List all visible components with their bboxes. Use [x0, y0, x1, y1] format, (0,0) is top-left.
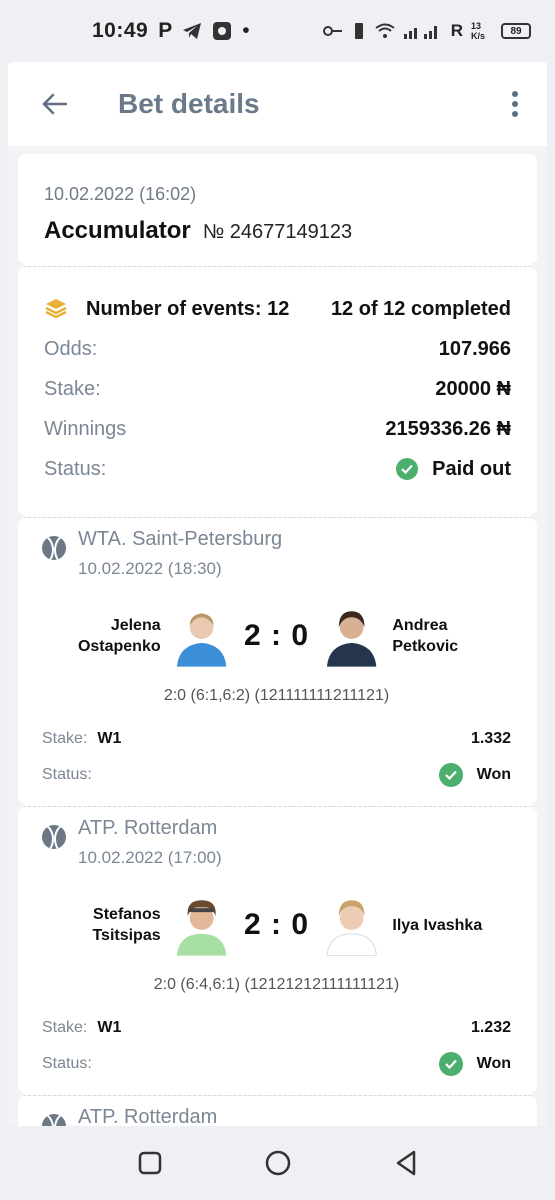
away-team: Ilya Ivashka — [392, 916, 483, 934]
back-nav-button[interactable] — [390, 1147, 422, 1179]
check-circle-icon — [438, 763, 463, 787]
events-count: Number of events: 12 — [86, 297, 290, 320]
pick-value: W1 — [97, 1019, 122, 1036]
event-card[interactable]: ATP. Rotterdam 10.02.2022 (17:00) Stefan… — [18, 807, 537, 1095]
events-row: Number of events: 12 12 of 12 completed — [44, 289, 511, 329]
winnings-value: 2159336.26 ₦ — [385, 417, 511, 440]
net-speed: 13 K/s — [471, 21, 486, 41]
vibrate-icon — [354, 23, 363, 39]
home-team: Jelena Ostapenko — [77, 617, 161, 655]
p-icon: P — [158, 19, 173, 42]
back-button[interactable] — [34, 84, 74, 124]
status-badge: Won — [476, 1055, 511, 1072]
player-avatar — [176, 900, 226, 956]
match-row: Stefanos Tsitsipas 2 : 0 Ilya Ivashka — [42, 894, 511, 956]
odds-value: 107.966 — [438, 337, 511, 360]
odds-row: Odds: 107.966 — [44, 329, 511, 369]
bet-date: 10.02.2022 (16:02) — [44, 184, 197, 204]
circle-nav-icon — [265, 1150, 290, 1176]
match-detail: 2:0 (6:4,6:1) (12121212111111121) — [153, 976, 400, 993]
dot-icon: • — [242, 19, 250, 42]
bet-number: № 24677149123 — [202, 221, 353, 243]
tennis-ball-icon — [42, 825, 66, 849]
event-stake-row: Stake: W1 1.232 — [42, 1010, 511, 1046]
status-label: Status: — [44, 457, 107, 480]
home-team: Stefanos Tsitsipas — [92, 906, 161, 944]
stake-value: 20000 ₦ — [435, 377, 511, 400]
match-row: Jelena Ostapenko 2 : 0 Andrea Petkovic — [42, 605, 511, 667]
more-vert-icon — [512, 91, 518, 117]
event-status-row: Status: Won — [42, 1046, 511, 1082]
status-label: Status: — [42, 766, 92, 783]
tennis-ball-icon — [42, 536, 66, 560]
key-icon — [322, 26, 342, 36]
page-title: Bet details — [118, 88, 260, 119]
pick-odds: 1.332 — [470, 730, 511, 747]
wifi-icon — [375, 23, 395, 38]
odds-label: Odds: — [44, 337, 98, 360]
triangle-back-nav-icon — [396, 1150, 415, 1176]
back-arrow-icon — [42, 93, 67, 115]
more-options-button[interactable] — [503, 84, 527, 124]
away-team: Andrea Petkovic — [392, 617, 459, 655]
stake-row: Stake: 20000 ₦ — [44, 369, 511, 409]
check-circle-icon — [438, 1052, 463, 1076]
signal-icon — [403, 26, 437, 39]
event-stake-row: Stake: W1 1.332 — [42, 721, 511, 757]
event-league: ATP. Rotterdam — [78, 1106, 218, 1126]
status-badge: Won — [476, 766, 511, 783]
square-nav-icon — [138, 1151, 161, 1175]
coins-stack-icon — [45, 299, 67, 319]
app-bar: Bet details — [8, 62, 547, 146]
pick-value: W1 — [97, 730, 122, 747]
status-time: 10:49 — [92, 19, 149, 42]
bet-summary-card: Number of events: 12 12 of 12 completed … — [18, 267, 537, 517]
roaming-indicator: R — [450, 21, 463, 40]
status-row: Status: Paid out — [44, 449, 511, 489]
battery-icon: 89 — [501, 23, 531, 39]
status-bar: 10:49 P • R 13 K/s 89 — [0, 0, 555, 62]
recent-apps-button[interactable] — [134, 1147, 166, 1179]
player-avatar — [327, 611, 377, 667]
status-badge: Paid out — [432, 457, 511, 480]
status-label: Status: — [42, 1055, 92, 1072]
bet-details-content[interactable]: 10.02.2022 (16:02) Accumulator № 2467714… — [8, 146, 547, 1126]
winnings-row: Winnings 2159336.26 ₦ — [44, 409, 511, 449]
match-score: 2 : 0 — [243, 908, 310, 941]
stake-label: Stake: — [44, 377, 101, 400]
event-date: 10.02.2022 (18:30) — [78, 559, 222, 578]
telegram-icon — [183, 23, 202, 39]
event-status-row: Status: Won — [42, 757, 511, 793]
bet-header-card: 10.02.2022 (16:02) Accumulator № 2467714… — [18, 154, 537, 266]
match-detail: 2:0 (6:1,6:2) (121111111211121) — [163, 687, 390, 704]
stake-label: Stake: — [42, 1019, 88, 1036]
event-card[interactable]: WTA. Saint-Petersburg 10.02.2022 (18:30)… — [18, 518, 537, 806]
bet-type: Accumulator — [44, 217, 191, 244]
events-completed: 12 of 12 completed — [330, 297, 511, 320]
event-league: WTA. Saint-Petersburg — [78, 528, 283, 550]
match-score: 2 : 0 — [243, 619, 310, 652]
winnings-label: Winnings — [44, 417, 127, 440]
check-circle-icon — [396, 458, 419, 480]
player-avatar — [176, 613, 226, 667]
app-icon — [213, 22, 232, 40]
event-league: ATP. Rotterdam — [78, 817, 218, 839]
pick-odds: 1.232 — [470, 1019, 511, 1036]
home-button[interactable] — [262, 1147, 294, 1179]
player-avatar — [326, 900, 377, 956]
tennis-ball-icon — [42, 1114, 66, 1126]
event-date: 10.02.2022 (17:00) — [78, 848, 222, 867]
stake-label: Stake: — [42, 730, 88, 747]
event-card[interactable]: ATP. Rotterdam — [18, 1096, 537, 1126]
system-nav-bar — [0, 1126, 555, 1200]
